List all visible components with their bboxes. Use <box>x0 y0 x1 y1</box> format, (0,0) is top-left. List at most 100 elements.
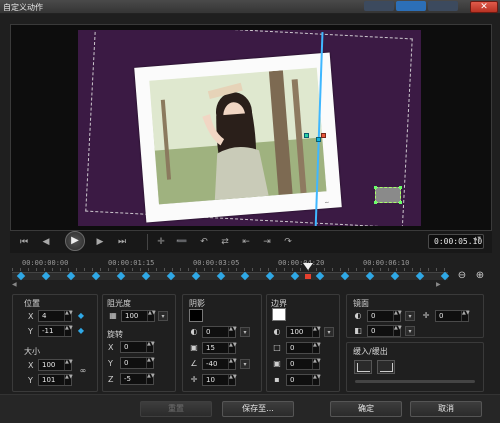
keyframe-diamond[interactable] <box>191 271 200 281</box>
keyframe-diamond[interactable] <box>216 271 225 281</box>
photo-frame[interactable]: ~ <box>134 52 342 223</box>
mini-corner[interactable] <box>399 186 402 189</box>
spinner-icon[interactable]: ▲▼ <box>393 311 402 321</box>
border-opacity-dropdown[interactable]: ▾ <box>324 327 334 337</box>
spinner-icon[interactable]: ▲▼ <box>228 343 237 353</box>
reset-button[interactable]: 重置 <box>140 401 212 417</box>
mini-corner[interactable] <box>374 186 377 189</box>
mirror-fade-dropdown[interactable]: ▾ <box>405 326 415 336</box>
save-to-button[interactable]: 保存至... <box>222 401 294 417</box>
border-opacity-input[interactable]: 100 ▲▼ <box>286 326 321 338</box>
keyframe-diamond[interactable] <box>41 271 51 281</box>
keyframe-diamond[interactable] <box>91 271 101 281</box>
timecode-field[interactable]: 0:00:05.10 ▲▼ <box>428 234 484 249</box>
spinner-icon[interactable]: ▲▼ <box>64 311 73 321</box>
keyframe-right-icon[interactable]: ⇥ <box>259 235 275 249</box>
rotation-y-input[interactable]: 0 ▲▼ <box>120 357 155 369</box>
rotation-z-input[interactable]: -5 ▲▼ <box>120 373 155 385</box>
keyframe-diamond[interactable] <box>116 271 125 281</box>
zoom-out-icon[interactable]: ⊖ <box>456 270 468 282</box>
keyframe-reverse-icon[interactable]: ↶ <box>196 235 212 249</box>
size-x-input[interactable]: 100 ▲▼ <box>38 359 73 371</box>
go-to-start-icon[interactable]: ⏮ <box>16 235 32 249</box>
spinner-icon[interactable]: ▲▼ <box>64 360 73 370</box>
ease-slider[interactable] <box>355 380 475 383</box>
mirror-fade-input[interactable]: 0 ▲▼ <box>367 325 402 337</box>
shadow-opacity-dropdown[interactable]: ▾ <box>240 327 250 337</box>
spinner-icon[interactable]: ▲▼ <box>228 327 237 337</box>
scroll-left-icon[interactable]: ◀ <box>12 281 17 288</box>
keyframe-diamond[interactable] <box>390 271 400 281</box>
ok-button[interactable]: 确定 <box>330 401 402 417</box>
mini-corner[interactable] <box>399 201 402 204</box>
keyframe-diamond[interactable] <box>440 271 450 281</box>
mirror-opacity-input[interactable]: 0 ▲▼ <box>367 310 402 322</box>
playhead[interactable] <box>303 263 313 273</box>
zoom-in-icon[interactable]: ⊕ <box>474 270 486 282</box>
border-color-swatch[interactable] <box>272 308 286 321</box>
playhead-marker[interactable] <box>303 263 313 270</box>
shadow-blur-input[interactable]: 15 ▲▼ <box>202 342 237 354</box>
spinner-icon[interactable]: ▲▼ <box>146 374 155 384</box>
spinner-icon[interactable]: ▲▼ <box>228 375 237 385</box>
mini-overlay[interactable] <box>374 186 402 204</box>
shadow-distance-input[interactable]: 10 ▲▼ <box>202 374 237 386</box>
opacity-input[interactable]: 100 ▲▼ <box>121 310 156 322</box>
mirror-opacity-dropdown[interactable]: ▾ <box>405 311 415 321</box>
ease-out-button[interactable] <box>377 360 395 374</box>
preview-canvas[interactable]: ~ <box>78 30 421 226</box>
position-y-input[interactable]: -11 ▲▼ <box>38 325 73 337</box>
keyframe-swap-icon[interactable]: ⇄ <box>217 235 233 249</box>
keyframe-left-icon[interactable]: ⇤ <box>238 235 254 249</box>
spinner-icon[interactable]: ▲▼ <box>228 359 237 369</box>
spinner-icon[interactable]: ▲▼ <box>312 327 321 337</box>
keyframe-diamond[interactable] <box>241 271 250 281</box>
spinner-icon[interactable]: ▲▼ <box>312 343 321 353</box>
keyframe-diamond[interactable] <box>415 271 425 281</box>
keyframe-diamond[interactable] <box>266 271 275 281</box>
keyframe-diamond[interactable] <box>340 271 350 281</box>
border-blur-input[interactable]: 0 ▲▼ <box>286 358 321 370</box>
spinner-icon[interactable]: ▲▼ <box>312 375 321 385</box>
close-button[interactable]: ✕ <box>470 1 498 13</box>
scroll-right-icon[interactable]: ▶ <box>436 281 441 288</box>
keyframe-remove-icon[interactable]: ➖ <box>174 235 190 249</box>
spinner-icon[interactable]: ▲▼ <box>393 326 402 336</box>
border-width-input[interactable]: 0 ▲▼ <box>286 342 321 354</box>
size-y-input[interactable]: 101 ▲▼ <box>38 374 73 386</box>
spinner-icon[interactable]: ▲▼ <box>461 311 470 321</box>
spinner-icon[interactable]: ▲▼ <box>312 359 321 369</box>
keyframe-diamond-icon[interactable]: ◆ <box>76 326 86 336</box>
pivot-handle[interactable] <box>321 133 326 138</box>
keyframe-diamond[interactable] <box>66 271 76 281</box>
ease-in-button[interactable] <box>354 360 372 374</box>
spinner-icon[interactable]: ▲▼ <box>64 375 73 385</box>
timeline-scrollbar[interactable]: ◀ ▶ <box>12 281 482 289</box>
keyframe-track[interactable] <box>12 271 450 281</box>
anchor-handle[interactable] <box>304 133 309 138</box>
position-x-input[interactable]: 4 ▲▼ <box>38 310 73 322</box>
keyframe-redo-icon[interactable]: ↷ <box>280 235 296 249</box>
cancel-button[interactable]: 取消 <box>410 401 482 417</box>
keyframe-diamond[interactable] <box>141 271 150 281</box>
mirror-distance-input[interactable]: 0 ▲▼ <box>435 310 470 322</box>
opacity-dropdown[interactable]: ▾ <box>158 311 168 321</box>
spinner-icon[interactable]: ▲▼ <box>147 311 156 321</box>
keyframe-diamond[interactable] <box>365 271 375 281</box>
keyframe-add-icon[interactable]: ✚ <box>153 235 169 249</box>
spinner-icon[interactable]: ▲▼ <box>146 358 155 368</box>
keyframe-diamond[interactable] <box>291 271 300 281</box>
mini-corner[interactable] <box>374 201 377 204</box>
border-corner-input[interactable]: 0 ▲▼ <box>286 374 321 386</box>
next-frame-icon[interactable]: ▶ <box>92 235 108 249</box>
spinner-icon[interactable]: ▲▼ <box>64 326 73 336</box>
go-to-end-icon[interactable]: ⏭ <box>114 235 130 249</box>
play-button[interactable]: ▶ <box>65 231 85 251</box>
keyframe-diamond[interactable] <box>316 271 325 281</box>
shadow-angle-input[interactable]: -40 ▲▼ <box>202 358 237 370</box>
shadow-opacity-input[interactable]: 0 ▲▼ <box>202 326 237 338</box>
rotation-x-input[interactable]: 0 ▲▼ <box>120 341 155 353</box>
timecode-spinner[interactable]: ▲▼ <box>474 236 481 242</box>
shadow-angle-dropdown[interactable]: ▾ <box>240 359 250 369</box>
shadow-color-swatch[interactable] <box>189 309 203 322</box>
